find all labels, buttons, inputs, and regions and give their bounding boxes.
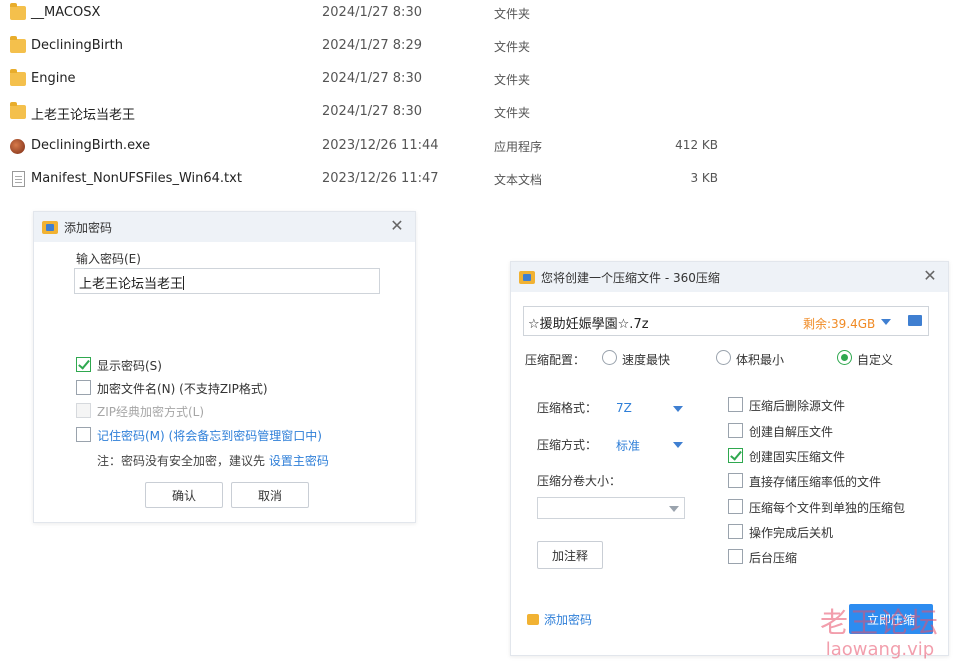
chevron-down-icon[interactable] [673,406,683,412]
password-input[interactable]: 上老王论坛当老王 [74,268,380,294]
solid-archive-checkbox[interactable] [728,448,743,463]
file-date: 2024/1/27 8:29 [322,38,422,53]
separate-archives-label: 压缩每个文件到单独的压缩包 [749,501,906,515]
store-low-ratio-label: 直接存储压缩率低的文件 [749,475,882,489]
separate-archives-checkbox[interactable] [728,499,743,514]
background-checkbox[interactable] [728,549,743,564]
text-caret [183,276,185,290]
browse-folder-icon[interactable] [908,315,922,326]
file-date: 2023/12/26 11:44 [322,138,439,153]
shutdown-checkbox[interactable] [728,524,743,539]
file-row[interactable]: DecliningBirth 2024/1/27 8:29 文件夹 [0,35,760,59]
folder-icon [10,102,26,119]
site-watermark: 老王论坛 laowang.vip [820,601,940,660]
add-password-link[interactable]: 添加密码 [544,611,592,628]
archive-filename: ☆援助妊娠學園☆.7z [528,317,649,332]
method-label: 压缩方式： [537,438,598,452]
file-size: 3 KB [690,171,718,185]
password-input-label: 输入密码(E) [76,252,141,266]
self-extract-label: 创建自解压文件 [749,425,834,439]
password-dialog-titlebar: 添加密码 ✕ [34,212,415,242]
password-note: 注：密码没有安全加密，建议先 设置主密码 [97,452,329,469]
radio-smallest[interactable] [716,350,731,365]
zip-classic-checkbox[interactable] [76,403,91,418]
radio-custom[interactable] [837,350,852,365]
file-row[interactable]: Engine 2024/1/27 8:30 文件夹 [0,68,760,92]
file-name: DecliningBirth.exe [31,138,151,153]
add-comment-button[interactable]: 加注释 [537,541,603,569]
file-name: Manifest_NonUFSFiles_Win64.txt [31,171,242,186]
background-label: 后台压缩 [749,551,798,565]
shutdown-label: 操作完成后关机 [749,526,834,540]
lock-icon [527,614,539,625]
file-type: 文件夹 [494,7,531,21]
archive-icon [42,221,58,234]
delete-source-checkbox[interactable] [728,397,743,412]
file-type: 文件夹 [494,73,531,87]
file-type: 文件夹 [494,106,531,120]
password-value: 上老王论坛当老王 [79,277,184,292]
remember-password-checkbox[interactable] [76,427,91,442]
text-file-icon [12,171,25,187]
watermark-title: 老王论坛 [819,606,940,639]
archive-icon [519,271,535,284]
file-date: 2023/12/26 11:47 [322,171,439,186]
file-date: 2024/1/27 8:30 [322,71,422,86]
free-space-label: 剩余:39.4GB [803,317,876,331]
exe-app-icon [10,139,25,154]
ok-button[interactable]: 确认 [145,482,223,508]
watermark-url: laowang.vip [825,639,935,660]
radio-custom-label: 自定义 [857,353,894,367]
folder-icon [10,3,26,20]
file-name: DecliningBirth [31,38,123,53]
file-name: Engine [31,71,76,86]
file-name: 上老王论坛当老王 [31,108,136,123]
file-date: 2024/1/27 8:30 [322,104,422,119]
password-note-text: 注：密码没有安全加密，建议先 [97,454,266,468]
radio-smallest-label: 体积最小 [736,353,785,367]
remember-password-label[interactable]: 记住密码(M) (将会备忘到密码管理窗口中) [97,427,322,444]
encrypt-filenames-checkbox[interactable] [76,380,91,395]
dialog-title: 添加密码 [64,221,113,235]
file-type: 文本文档 [494,173,543,187]
file-date: 2024/1/27 8:30 [322,5,422,20]
radio-fastest[interactable] [602,350,617,365]
file-row[interactable]: DecliningBirth.exe 2023/12/26 11:44 应用程序… [0,135,760,159]
file-row[interactable]: __MACOSX 2024/1/27 8:30 文件夹 [0,2,760,26]
file-type: 应用程序 [494,140,543,154]
folder-icon [10,69,26,86]
self-extract-checkbox[interactable] [728,423,743,438]
delete-source-label: 压缩后删除源文件 [749,399,846,413]
method-select[interactable]: 标准 [616,437,640,454]
file-row[interactable]: Manifest_NonUFSFiles_Win64.txt 2023/12/2… [0,168,760,192]
cancel-button[interactable]: 取消 [231,482,309,508]
format-select[interactable]: 7Z [616,401,632,415]
split-size-label: 压缩分卷大小： [537,474,622,488]
split-size-select[interactable] [537,497,685,519]
format-label: 压缩格式： [537,401,598,415]
folder-icon [10,36,26,53]
dialog-title: 您将创建一个压缩文件 - 360压缩 [541,271,720,285]
solid-archive-label: 创建固实压缩文件 [749,450,846,464]
compress-dialog-titlebar: 您将创建一个压缩文件 - 360压缩 ✕ [511,262,948,292]
config-label: 压缩配置： [525,353,586,367]
set-master-password-link[interactable]: 设置主密码 [269,454,329,468]
show-password-label: 显示密码(S) [97,359,162,373]
radio-fastest-label: 速度最快 [622,353,671,367]
encrypt-filenames-label: 加密文件名(N) (不支持ZIP格式) [97,382,268,396]
close-icon[interactable]: ✕ [387,216,407,236]
chevron-down-icon[interactable] [673,442,683,448]
chevron-down-icon[interactable] [669,506,679,512]
file-type: 文件夹 [494,40,531,54]
chevron-down-icon[interactable] [881,319,891,325]
store-low-ratio-checkbox[interactable] [728,473,743,488]
compress-dialog: 您将创建一个压缩文件 - 360压缩 ✕ ☆援助妊娠學園☆.7z 剩余:39.4… [510,261,949,656]
show-password-checkbox[interactable] [76,357,91,372]
file-row[interactable]: 上老王论坛当老王 2024/1/27 8:30 文件夹 [0,101,760,125]
close-icon[interactable]: ✕ [920,266,940,286]
password-dialog: 添加密码 ✕ 输入密码(E) 上老王论坛当老王 显示密码(S) 加密文件名(N)… [33,211,416,523]
file-size: 412 KB [675,138,718,152]
zip-classic-label: ZIP经典加密方式(L) [97,405,205,419]
file-name: __MACOSX [31,5,101,20]
